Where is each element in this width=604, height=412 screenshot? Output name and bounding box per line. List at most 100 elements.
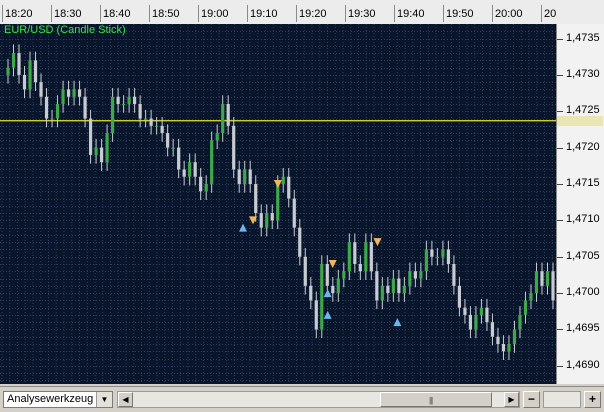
time-tick-label: 18:40: [103, 8, 131, 20]
candle-body: [39, 82, 43, 97]
candle-body: [265, 213, 269, 228]
scroll-right-icon[interactable]: ▶: [504, 392, 519, 407]
candle-body: [17, 53, 21, 75]
candle-body: [287, 176, 291, 199]
candle-body: [61, 89, 65, 104]
scroll-thumb[interactable]: |||: [380, 392, 492, 407]
candle-body: [66, 89, 71, 97]
buy-signal-arrow: [323, 310, 332, 319]
time-tick-label: 19:10: [250, 8, 278, 20]
candle-body: [160, 125, 164, 134]
candle-body: [391, 278, 395, 294]
price-line-marker: [557, 115, 603, 126]
time-tick-mark: [247, 5, 248, 22]
candle-body: [331, 285, 335, 294]
buy-signal-arrow: [393, 318, 402, 327]
price-tick-label: 1,4725: [566, 104, 600, 117]
candle-body: [270, 213, 274, 221]
candle-body: [380, 285, 384, 301]
candle-body: [22, 74, 27, 90]
price-tick-mark: [557, 293, 563, 295]
candle-body: [534, 271, 539, 294]
candle-body: [303, 256, 307, 286]
time-axis: 18:20 18:30 18:40 18:50 19:00 19:10 19:20 19:30…: [0, 0, 604, 25]
candle-body: [358, 264, 362, 272]
analysis-tool-label: Analysewerkzeug: [7, 393, 94, 405]
candle-body: [138, 104, 142, 119]
candle-body: [529, 293, 533, 301]
time-tick-label: 18:30: [54, 8, 82, 20]
candle-body: [204, 184, 208, 192]
candle-body: [193, 162, 197, 177]
candle-body: [276, 184, 280, 221]
zoom-in-button[interactable]: +: [584, 391, 601, 408]
candle-body: [496, 336, 500, 344]
time-tick-mark: [345, 5, 346, 22]
price-tick-mark: [557, 329, 563, 331]
price-tick-mark: [557, 220, 563, 222]
candle-body: [243, 169, 247, 184]
price-tick-mark: [557, 111, 563, 113]
candle-body: [94, 147, 98, 155]
grip-icon: |||: [429, 396, 433, 405]
zoom-slider[interactable]: [543, 391, 581, 408]
candle-body: [171, 147, 175, 149]
candle-body: [408, 271, 412, 286]
candle-body: [402, 285, 406, 294]
candle-body: [435, 256, 439, 258]
candle-body: [507, 344, 511, 352]
price-tick-mark: [557, 256, 563, 258]
candle-body: [430, 249, 434, 257]
candle-body: [474, 314, 478, 330]
candle-body: [50, 118, 54, 120]
candle-body: [44, 96, 49, 119]
candle-body: [226, 104, 230, 126]
chevron-down-icon[interactable]: ▼: [96, 392, 112, 407]
time-tick-label: 18:20: [5, 8, 33, 20]
horizontal-scrollbar[interactable]: ◀ ||| ▶: [117, 391, 520, 408]
price-tick-label: 1,4700: [566, 286, 600, 299]
candle-body: [122, 104, 126, 105]
candle-body: [325, 264, 329, 286]
candle-body: [540, 271, 544, 286]
candle-body: [413, 271, 417, 279]
scroll-left-icon[interactable]: ◀: [118, 392, 133, 407]
candle-body: [221, 104, 225, 134]
candle-body: [177, 147, 181, 170]
candle-body: [518, 314, 522, 330]
candle-body: [309, 285, 313, 301]
candle-body: [292, 198, 296, 228]
candle-body: [463, 307, 467, 315]
candle-body: [441, 249, 445, 257]
candle-body: [188, 162, 192, 177]
candle-body: [248, 169, 252, 184]
time-tick-mark: [541, 5, 542, 22]
candle-body: [424, 249, 428, 272]
candle-body: [105, 133, 109, 163]
candle-body: [254, 184, 258, 214]
candle-body: [490, 322, 495, 337]
price-tick-label: 1,4695: [566, 322, 600, 335]
candle-body: [259, 213, 263, 228]
plot-area[interactable]: EUR/USD (Candle Stick): [0, 24, 556, 384]
candle-body: [512, 329, 517, 344]
price-tick-label: 1,4690: [566, 358, 600, 371]
candle-body: [182, 169, 186, 177]
price-tick-label: 1,4735: [566, 31, 600, 44]
candle-body: [342, 271, 346, 279]
zoom-out-button[interactable]: −: [523, 391, 540, 408]
candle-body: [501, 344, 506, 352]
analysis-tool-select[interactable]: Analysewerkzeug ▼: [3, 391, 113, 408]
price-tick-label: 1,4720: [566, 140, 600, 153]
candle-body: [551, 271, 555, 301]
candle-body: [545, 271, 550, 286]
price-tick-mark: [557, 74, 563, 76]
time-tick-mark: [443, 5, 444, 22]
buy-signal-arrow: [239, 223, 248, 232]
price-tick-mark: [557, 147, 563, 149]
candle-body: [386, 285, 390, 294]
candle-body: [485, 307, 489, 323]
candle-body: [116, 96, 120, 104]
candle-body: [298, 227, 302, 257]
candle-body: [88, 118, 93, 155]
